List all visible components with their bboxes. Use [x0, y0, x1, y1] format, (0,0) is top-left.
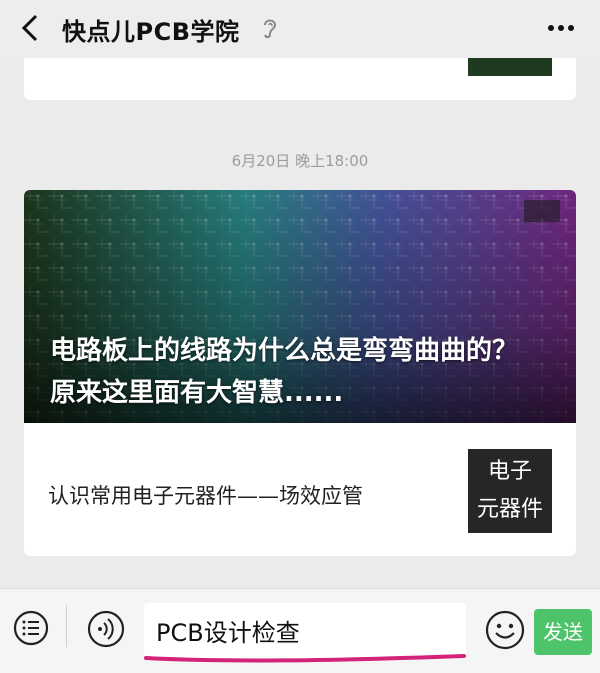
chat-title: 快点儿PCB学院	[62, 18, 240, 46]
previous-article-thumbnail	[468, 58, 552, 76]
ear-icon[interactable]	[260, 16, 280, 40]
more-dots-icon[interactable]	[546, 18, 576, 38]
sub-article-thumbnail[interactable]: 电子 元器件	[468, 449, 552, 533]
message-input[interactable]: PCB设计检查	[144, 603, 466, 663]
emoji-icon[interactable]	[484, 609, 526, 651]
article-cover-image[interactable]: 电路板上的线路为什么总是弯弯曲曲的？ 原来这里面有大智慧......	[24, 190, 576, 423]
article-title-line-2: 原来这里面有大智慧......	[50, 378, 344, 408]
chat-header: 快点儿PCB学院	[0, 0, 600, 58]
handwritten-underline	[144, 654, 466, 663]
thumb-text-line-2: 元器件	[476, 497, 543, 522]
sub-article-title[interactable]: 认识常用电子元器件——场效应管	[48, 480, 363, 510]
article-title[interactable]: 电路板上的线路为什么总是弯弯曲曲的？ 原来这里面有大智慧......	[50, 330, 570, 414]
menu-list-icon[interactable]	[12, 609, 50, 647]
bar-divider	[66, 605, 67, 647]
chat-input-bar: PCB设计检查 发送	[0, 588, 600, 673]
article-card: 电路板上的线路为什么总是弯弯曲曲的？ 原来这里面有大智慧...... 认识常用电…	[24, 190, 576, 556]
chevron-left-icon[interactable]	[16, 12, 46, 44]
message-input-text: PCB设计检查	[156, 619, 300, 647]
send-button[interactable]: 发送	[534, 609, 592, 655]
article-title-line-1: 电路板上的线路为什么总是弯弯曲曲的？	[50, 336, 519, 366]
thumb-text-line-1: 电子	[487, 459, 532, 484]
voice-icon[interactable]	[86, 609, 126, 649]
message-timestamp: 6月20日 晚上18:00	[231, 152, 369, 170]
